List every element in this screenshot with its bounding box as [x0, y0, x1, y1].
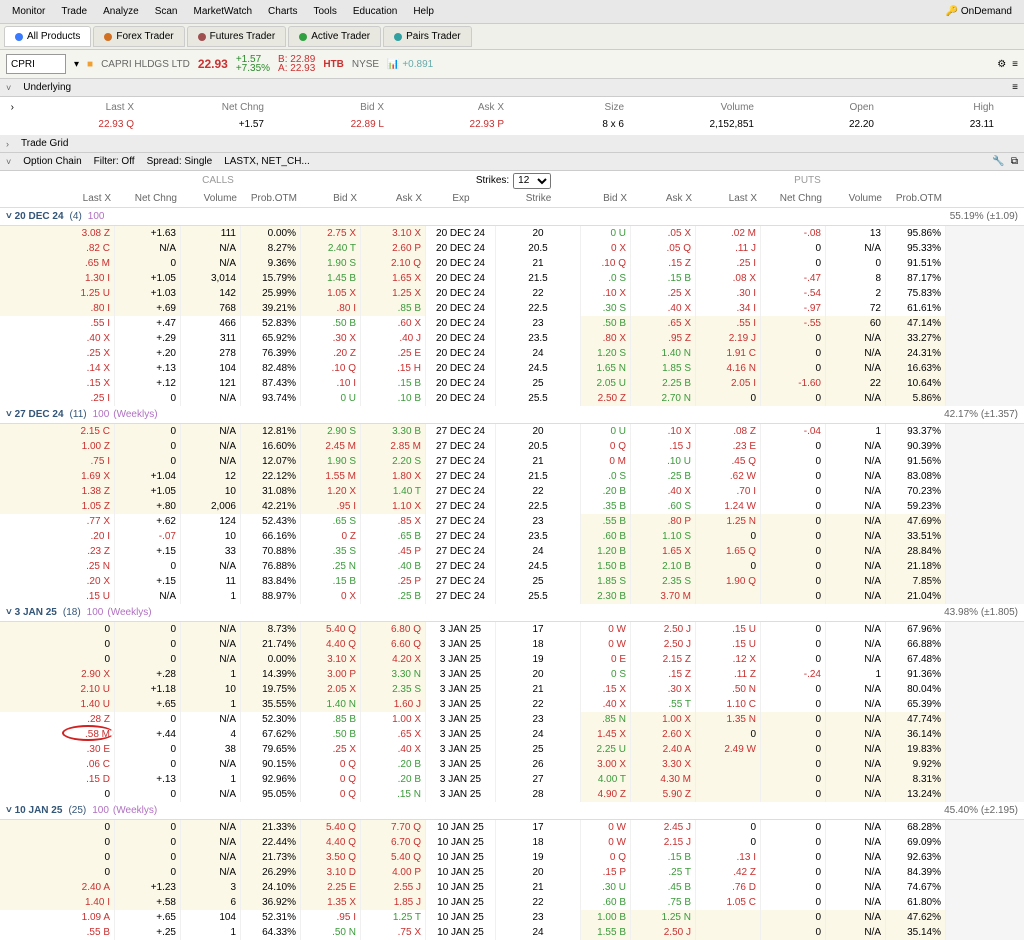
- option-row[interactable]: .20 X+.151183.84%.15 B.25 P27 DEC 24251.…: [0, 574, 1024, 589]
- wrench-icon[interactable]: 🔧: [992, 156, 1004, 167]
- symbol-input[interactable]: [6, 54, 66, 74]
- option-row[interactable]: .40 X+.2931165.92%.30 X.40 J20 DEC 2423.…: [0, 331, 1024, 346]
- menu-marketwatch[interactable]: MarketWatch: [186, 2, 261, 21]
- option-row[interactable]: 2.90 X+.28114.39%3.00 P3.30 N3 JAN 25200…: [0, 667, 1024, 682]
- expiration-header[interactable]: ˅ 27 DEC 24(11)100(Weeklys)42.17% (±1.35…: [0, 406, 1024, 424]
- option-row[interactable]: 00N/A8.73%5.40 Q6.80 Q3 JAN 25170 W2.50 …: [0, 622, 1024, 637]
- top-menu: MonitorTradeAnalyzeScanMarketWatchCharts…: [0, 0, 1024, 24]
- option-row[interactable]: 2.40 A+1.23324.10%2.25 E2.55 J10 JAN 252…: [0, 880, 1024, 895]
- option-row[interactable]: .28 Z0N/A52.30%.85 B1.00 X3 JAN 2523.85 …: [0, 712, 1024, 727]
- option-row[interactable]: .55 I+.4746652.83%.50 B.60 X20 DEC 2423.…: [0, 316, 1024, 331]
- menu-analyze[interactable]: Analyze: [95, 2, 147, 21]
- optionchain-header[interactable]: ˅ Option Chain Filter: Off Spread: Singl…: [0, 153, 1024, 171]
- option-row[interactable]: 1.30 I+1.053,01415.79%1.45 B1.65 X20 DEC…: [0, 271, 1024, 286]
- tab-pairs-trader[interactable]: Pairs Trader: [383, 26, 471, 47]
- option-row[interactable]: 00N/A21.33%5.40 Q7.70 Q10 JAN 25170 W2.4…: [0, 820, 1024, 835]
- underlying-header[interactable]: ˅ Underlying ≡: [0, 79, 1024, 97]
- etb-value: 📊 +0.891: [387, 59, 433, 70]
- price-change: +1.57+7.35%: [236, 55, 270, 73]
- expiration-header[interactable]: ˅ 3 JAN 25(18)100(Weeklys)43.98% (±1.805…: [0, 604, 1024, 622]
- expiration-header[interactable]: ˅ 10 JAN 25(25)100(Weeklys)45.40% (±2.19…: [0, 802, 1024, 820]
- option-row[interactable]: 3.08 Z+1.631110.00%2.75 X3.10 X20 DEC 24…: [0, 226, 1024, 241]
- symbol-name: CAPRI HLDGS LTD: [101, 59, 190, 70]
- option-row[interactable]: .77 X+.6212452.43%.65 S.85 X27 DEC 2423.…: [0, 514, 1024, 529]
- menu-trade[interactable]: Trade: [53, 2, 95, 21]
- option-row[interactable]: 1.69 X+1.041222.12%1.55 M1.80 X27 DEC 24…: [0, 469, 1024, 484]
- option-row[interactable]: .80 I+.6976839.21%.80 I.85 B20 DEC 2422.…: [0, 301, 1024, 316]
- calls-label: CALLS: [0, 171, 436, 190]
- option-row[interactable]: 00N/A21.74%4.40 Q6.60 Q3 JAN 25180 W2.50…: [0, 637, 1024, 652]
- tab-forex-trader[interactable]: Forex Trader: [93, 26, 184, 47]
- product-tabs: All ProductsForex TraderFutures TraderAc…: [0, 24, 1024, 50]
- option-row[interactable]: 00N/A26.29%3.10 D4.00 P10 JAN 2520.15 P.…: [0, 865, 1024, 880]
- last-price: 22.93: [198, 57, 228, 71]
- chevron-down-icon[interactable]: ˅: [6, 83, 11, 93]
- menu-tools[interactable]: Tools: [305, 2, 344, 21]
- chevron-right-icon[interactable]: ›: [6, 139, 9, 149]
- option-row[interactable]: .23 Z+.153370.88%.35 S.45 P27 DEC 24241.…: [0, 544, 1024, 559]
- option-row[interactable]: 1.05 Z+.802,00642.21%.95 I1.10 X27 DEC 2…: [0, 499, 1024, 514]
- layout-label[interactable]: LASTX, NET_CH...: [224, 156, 310, 167]
- option-row[interactable]: .06 C0N/A90.15%0 Q.20 B3 JAN 25263.00 X3…: [0, 757, 1024, 772]
- list-icon[interactable]: ≡: [1012, 82, 1018, 93]
- option-row[interactable]: .15 X+.1212187.43%.10 I.15 B20 DEC 24252…: [0, 376, 1024, 391]
- option-row[interactable]: .14 X+.1310482.48%.10 Q.15 H20 DEC 2424.…: [0, 361, 1024, 376]
- expand-icon[interactable]: ›: [0, 99, 20, 116]
- option-row[interactable]: .55 B+.25164.33%.50 N.75 X10 JAN 25241.5…: [0, 925, 1024, 940]
- option-row[interactable]: 00N/A22.44%4.40 Q6.70 Q10 JAN 25180 W2.1…: [0, 835, 1024, 850]
- option-row[interactable]: .15 UN/A188.97%0 X.25 B27 DEC 2425.52.30…: [0, 589, 1024, 604]
- option-row[interactable]: 2.15 C0N/A12.81%2.90 S3.30 B27 DEC 24200…: [0, 424, 1024, 439]
- exchange-label: NYSE: [352, 59, 379, 70]
- option-columns: Last XNet ChngVolumeProb.OTMBid XAsk X E…: [0, 190, 1024, 208]
- option-row[interactable]: 1.09 A+.6510452.31%.95 I1.25 T10 JAN 252…: [0, 910, 1024, 925]
- underlying-grid: › Last XNet ChngBid XAsk XSizeVolumeOpen…: [0, 97, 1024, 135]
- option-row[interactable]: 1.40 I+.58636.92%1.35 X1.85 J10 JAN 2522…: [0, 895, 1024, 910]
- option-row[interactable]: .25 X+.2027876.39%.20 Z.25 E20 DEC 24241…: [0, 346, 1024, 361]
- option-row[interactable]: .82 CN/AN/A8.27%2.40 T2.60 P20 DEC 2420.…: [0, 241, 1024, 256]
- menu-scan[interactable]: Scan: [147, 2, 186, 21]
- expiration-header[interactable]: ˅ 20 DEC 24(4)10055.19% (±1.09): [0, 208, 1024, 226]
- option-row[interactable]: 00N/A21.73%3.50 Q5.40 Q10 JAN 25190 Q.15…: [0, 850, 1024, 865]
- menu-help[interactable]: Help: [405, 2, 442, 21]
- symbol-bar: ▾ ■ CAPRI HLDGS LTD 22.93 +1.57+7.35% B:…: [0, 50, 1024, 79]
- option-row[interactable]: .25 N0N/A76.88%.25 N.40 B27 DEC 2424.51.…: [0, 559, 1024, 574]
- puts-label: PUTS: [591, 171, 1024, 190]
- menu-monitor[interactable]: Monitor: [4, 2, 53, 21]
- chevron-down-icon[interactable]: ˅: [6, 157, 11, 167]
- option-row[interactable]: 1.25 U+1.0314225.99%1.05 X1.25 X20 DEC 2…: [0, 286, 1024, 301]
- option-row[interactable]: 00N/A95.05%0 Q.15 N3 JAN 25284.90 Z5.90 …: [0, 787, 1024, 802]
- htb-label: HTB: [323, 59, 344, 70]
- tab-active-trader[interactable]: Active Trader: [288, 26, 381, 47]
- menu-education[interactable]: Education: [345, 2, 405, 21]
- bid-ask-small: B: 22.89A: 22.93: [278, 55, 315, 73]
- option-row[interactable]: .75 I0N/A12.07%1.90 S2.20 S27 DEC 24210 …: [0, 454, 1024, 469]
- dropdown-icon[interactable]: ▾: [74, 59, 79, 70]
- strikes-select[interactable]: 12: [513, 173, 551, 189]
- gear-icon[interactable]: ⚙: [997, 59, 1006, 70]
- option-row[interactable]: 1.40 U+.65135.55%1.40 N1.60 J3 JAN 2522.…: [0, 697, 1024, 712]
- tradegrid-header[interactable]: › Trade Grid: [0, 135, 1024, 153]
- menu-icon[interactable]: ≡: [1012, 59, 1018, 70]
- option-chain-body: ˅ 20 DEC 24(4)10055.19% (±1.09)3.08 Z+1.…: [0, 208, 1024, 940]
- option-row[interactable]: .30 E03879.65%.25 X.40 X3 JAN 25252.25 U…: [0, 742, 1024, 757]
- menu-charts[interactable]: Charts: [260, 2, 305, 21]
- spread-label[interactable]: Spread: Single: [147, 156, 213, 167]
- filter-label[interactable]: Filter: Off: [94, 156, 135, 167]
- option-row[interactable]: 00N/A0.00%3.10 X4.20 X3 JAN 25190 E2.15 …: [0, 652, 1024, 667]
- option-row[interactable]: .65 M0N/A9.36%1.90 S2.10 Q20 DEC 2421.10…: [0, 256, 1024, 271]
- option-row[interactable]: .15 D+.13192.96%0 Q.20 B3 JAN 25274.00 T…: [0, 772, 1024, 787]
- tab-all-products[interactable]: All Products: [4, 26, 91, 47]
- popup-icon[interactable]: ⧉: [1011, 156, 1018, 167]
- tab-futures-trader[interactable]: Futures Trader: [187, 26, 287, 47]
- option-row[interactable]: 1.00 Z0N/A16.60%2.45 M2.85 M27 DEC 2420.…: [0, 439, 1024, 454]
- strikes-selector[interactable]: Strikes: 12: [436, 171, 591, 190]
- option-row[interactable]: .58 M+.44467.62%.50 B.65 X3 JAN 25241.45…: [0, 727, 1024, 742]
- option-row[interactable]: .25 I0N/A93.74%0 U.10 B20 DEC 2425.52.50…: [0, 391, 1024, 406]
- option-row[interactable]: 1.38 Z+1.051031.08%1.20 X1.40 T27 DEC 24…: [0, 484, 1024, 499]
- option-row[interactable]: 2.10 U+1.181019.75%2.05 X2.35 S3 JAN 252…: [0, 682, 1024, 697]
- option-row[interactable]: .20 I-.071066.16%0 Z.65 B27 DEC 2423.5.6…: [0, 529, 1024, 544]
- ondemand-button[interactable]: 🔑 OnDemand: [938, 2, 1020, 21]
